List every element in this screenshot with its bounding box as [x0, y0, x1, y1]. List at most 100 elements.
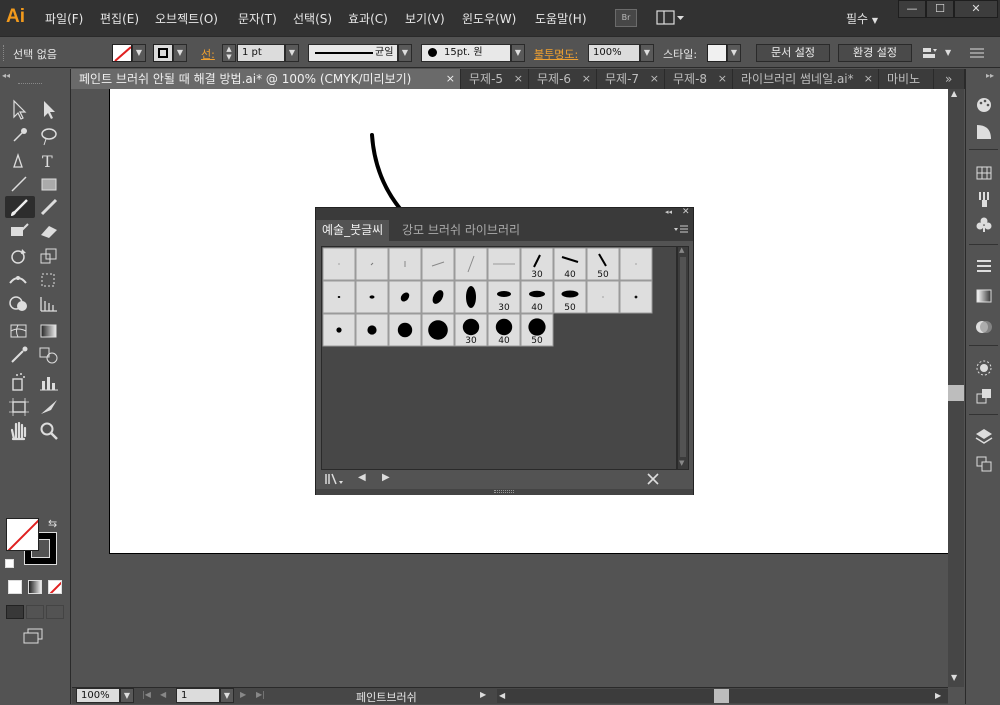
scroll-up-icon[interactable]: ▲ — [951, 89, 957, 98]
close-button[interactable]: ✕ — [954, 0, 998, 18]
stroke-swatch[interactable] — [153, 44, 173, 62]
brush-swatch[interactable] — [388, 247, 422, 281]
stroke-label[interactable]: 선: — [201, 46, 215, 62]
artboard-number-field[interactable]: 1 — [176, 688, 220, 703]
draw-normal-button[interactable] — [6, 605, 24, 619]
blend-tool[interactable] — [37, 344, 61, 366]
maximize-button[interactable]: ☐ — [926, 0, 954, 18]
close-tab-icon[interactable]: × — [514, 69, 523, 89]
fill-swatch[interactable] — [112, 44, 132, 62]
artboard-tool[interactable] — [7, 396, 31, 418]
layers-panel-button[interactable] — [975, 427, 993, 445]
brush-swatch[interactable]: 40 — [553, 247, 587, 281]
free-transform-tool[interactable] — [37, 269, 61, 291]
panel-scrollbar[interactable]: ▲ ▼ — [677, 246, 689, 470]
brush-swatch[interactable] — [355, 280, 389, 314]
tab-calligraphic[interactable]: 예술_붓글씨 — [316, 220, 390, 241]
collapse-toolbox-icon[interactable]: ◂◂ — [2, 71, 10, 80]
close-tab-icon[interactable]: × — [718, 69, 727, 89]
tab-untitled-6[interactable]: 무제-6 × — [529, 69, 597, 89]
brush-definition[interactable]: 15pt. 원 — [421, 44, 511, 62]
hand-tool[interactable] — [7, 420, 31, 442]
next-artboard-icon[interactable]: ▶ — [240, 690, 246, 699]
slice-tool[interactable] — [37, 396, 61, 418]
draw-behind-button[interactable] — [26, 605, 44, 619]
close-tab-icon[interactable]: × — [650, 69, 659, 89]
symbol-sprayer-tool[interactable] — [7, 371, 31, 393]
scroll-up-icon[interactable]: ▲ — [679, 246, 684, 254]
status-menu-icon[interactable]: ▶ — [480, 690, 486, 699]
tab-document-active[interactable]: 페인트 브러쉬 안될 때 해결 방법.ai* @ 100% (CMYK/미리보기… — [71, 69, 461, 89]
artboard-dropdown[interactable]: ▼ — [220, 688, 234, 703]
menu-object[interactable]: 오브젝트(O) — [155, 10, 218, 27]
brush-swatch[interactable] — [454, 247, 488, 281]
graphic-styles-panel-button[interactable] — [975, 387, 993, 405]
menu-effect[interactable]: 효과(C) — [348, 10, 388, 27]
stroke-weight-stepper[interactable]: ▲ ▼ — [222, 44, 236, 62]
tab-untitled-7[interactable]: 무제-7 × — [597, 69, 665, 89]
brush-swatch[interactable]: 40 — [487, 313, 521, 347]
previous-library-icon[interactable]: ◀ — [358, 472, 366, 483]
document-setup-button[interactable]: 문서 설정 — [756, 44, 830, 62]
brush-swatch[interactable]: 30 — [454, 313, 488, 347]
stroke-dropdown[interactable]: ▼ — [173, 44, 187, 62]
opacity-dropdown[interactable]: ▼ — [640, 44, 654, 62]
arrange-documents-button[interactable] — [656, 9, 686, 27]
chevron-down-icon[interactable]: ▼ — [945, 48, 951, 57]
mesh-tool[interactable] — [7, 320, 31, 342]
eraser-tool[interactable] — [37, 220, 61, 242]
next-library-icon[interactable]: ▶ — [382, 472, 390, 483]
expand-panels-icon[interactable]: ▸▸ — [986, 71, 994, 80]
perspective-grid-tool[interactable] — [37, 293, 61, 315]
profile-dropdown[interactable]: ▼ — [398, 44, 412, 62]
brush-swatch[interactable] — [322, 313, 356, 347]
gradient-tool[interactable] — [37, 320, 61, 342]
collapse-panel-icon[interactable]: ◂◂ — [665, 208, 672, 216]
brush-swatch[interactable] — [388, 280, 422, 314]
none-mode-button[interactable] — [48, 580, 62, 594]
workspace-switcher[interactable]: 필수 ▼ — [846, 10, 878, 27]
menu-view[interactable]: 보기(V) — [405, 10, 445, 27]
menu-edit[interactable]: 편집(E) — [100, 10, 139, 27]
style-dropdown[interactable]: ▼ — [727, 44, 741, 62]
close-tab-icon[interactable]: × — [446, 69, 455, 89]
brush-swatch[interactable]: 50 — [553, 280, 587, 314]
tab-overflow-button[interactable]: » — [939, 69, 965, 89]
brush-swatch[interactable]: 50 — [520, 313, 554, 347]
color-mode-button[interactable] — [8, 580, 22, 594]
brush-swatch[interactable]: 30 — [520, 247, 554, 281]
tab-untitled-8[interactable]: 무제-8 × — [665, 69, 733, 89]
scroll-down-icon[interactable]: ▼ — [679, 459, 684, 467]
opacity-label[interactable]: 불투명도: — [534, 46, 578, 62]
pencil-tool[interactable] — [37, 196, 61, 218]
screen-mode-button[interactable] — [22, 627, 44, 648]
shape-builder-tool[interactable] — [7, 293, 31, 315]
color-guide-panel-button[interactable] — [975, 96, 993, 114]
horizontal-scrollbar[interactable]: ◀ ▶ — [497, 689, 948, 703]
tab-bristle-brush-library[interactable]: 강모 브러쉬 라이브러리 — [396, 220, 526, 241]
panel-menu-button[interactable] — [674, 225, 690, 238]
rotate-tool[interactable] — [7, 245, 31, 267]
brush-swatch[interactable] — [388, 313, 422, 347]
brush-swatch[interactable] — [322, 280, 356, 314]
default-colors-icon[interactable] — [5, 559, 14, 568]
close-tab-icon[interactable]: × — [864, 69, 873, 89]
brush-swatch[interactable] — [421, 247, 455, 281]
prev-artboard-icon[interactable]: ◀ — [160, 690, 166, 699]
draw-inside-button[interactable] — [46, 605, 64, 619]
brush-swatch[interactable] — [355, 247, 389, 281]
variable-width-profile[interactable]: 균일 — [308, 44, 398, 62]
stroke-panel-button[interactable] — [975, 257, 993, 275]
brush-swatch[interactable]: 40 — [520, 280, 554, 314]
brush-swatch[interactable]: 50 — [586, 247, 620, 281]
gradient-panel-button[interactable] — [975, 287, 993, 305]
appearance-panel-button[interactable] — [975, 359, 993, 377]
last-artboard-icon[interactable]: ▶| — [256, 690, 265, 699]
brush-swatch[interactable] — [619, 280, 653, 314]
menu-window[interactable]: 윈도우(W) — [462, 10, 516, 27]
menu-select[interactable]: 선택(S) — [293, 10, 332, 27]
scroll-down-icon[interactable]: ▼ — [951, 673, 957, 682]
scroll-right-icon[interactable]: ▶ — [935, 691, 941, 700]
first-artboard-icon[interactable]: |◀ — [142, 690, 151, 699]
stroke-weight-dropdown[interactable]: ▼ — [285, 44, 299, 62]
